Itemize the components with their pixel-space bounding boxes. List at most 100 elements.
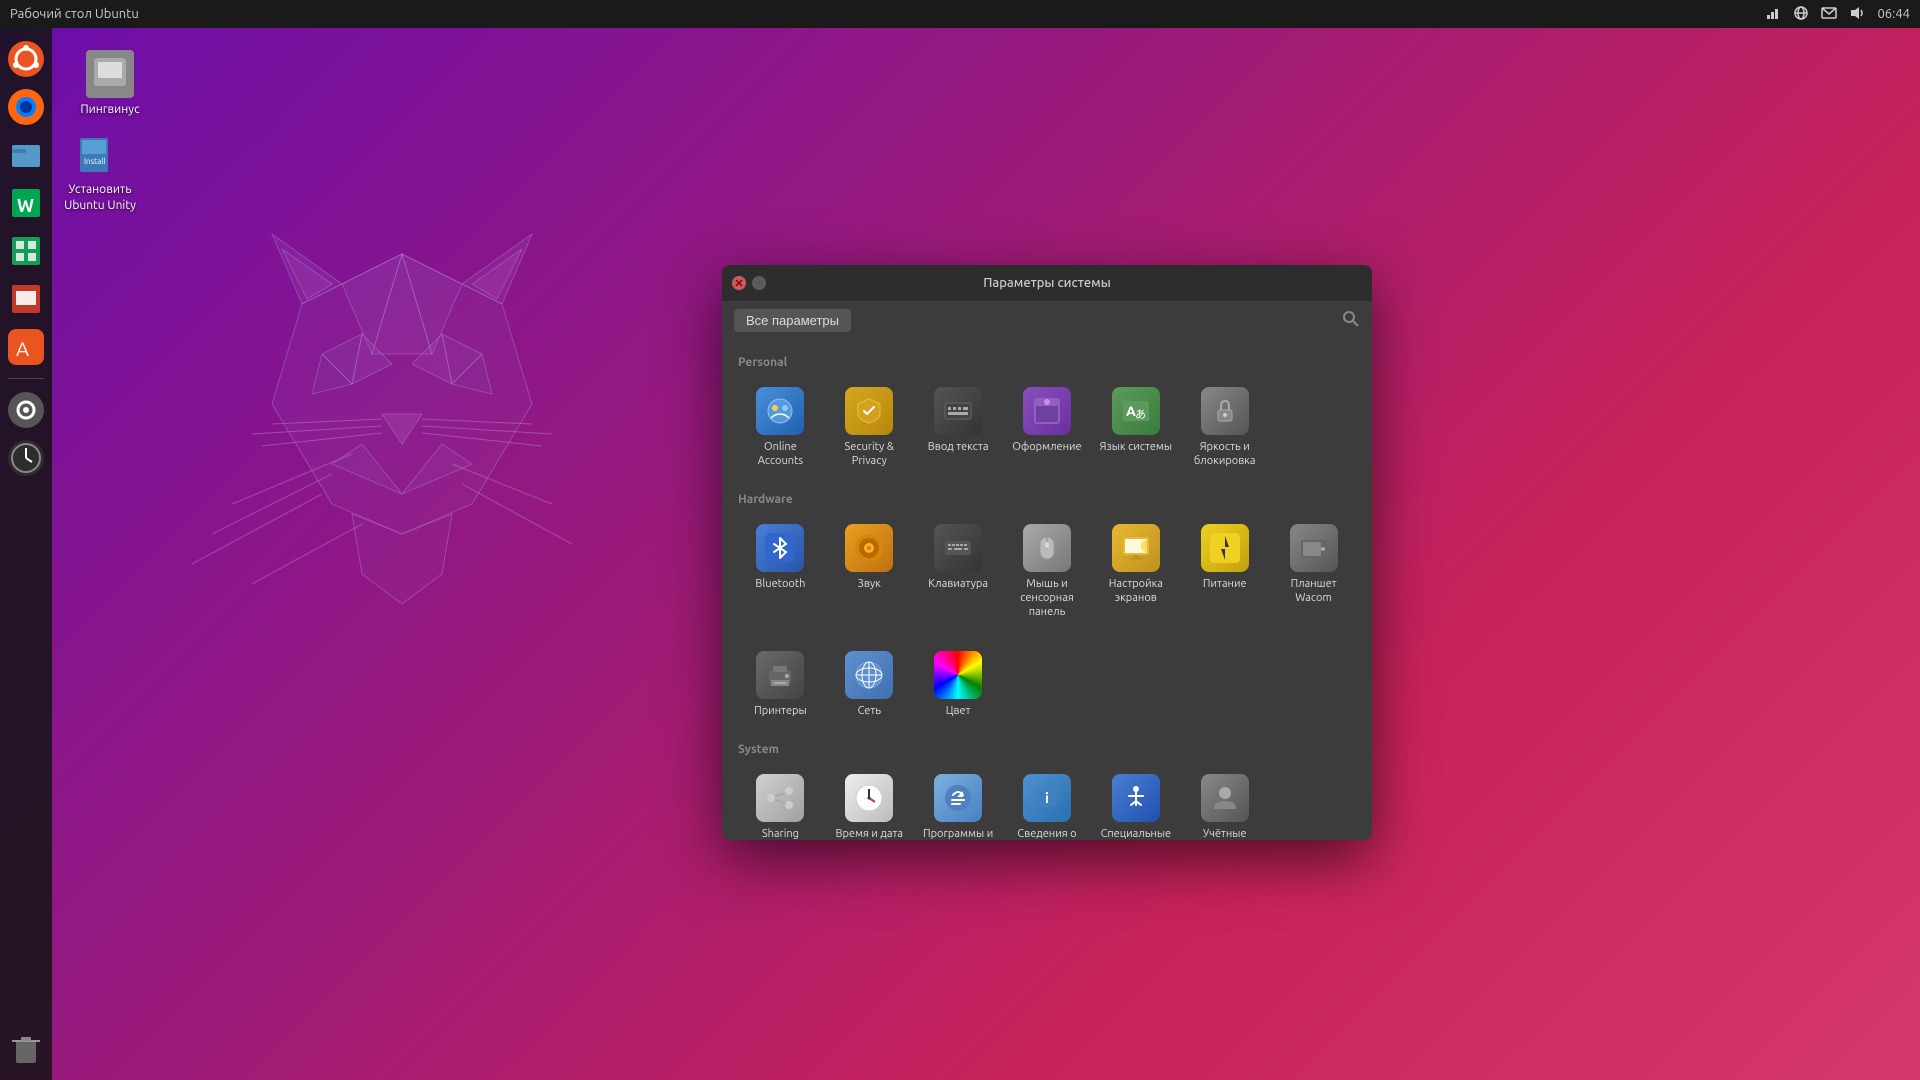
system-grid: Sharing Время и дата Программы и обновле…	[738, 766, 1356, 840]
dock-item-settings[interactable]	[5, 389, 47, 431]
datetime-icon	[845, 774, 893, 822]
window-toolbar: Все параметры	[722, 301, 1372, 340]
updates-label: Программы и обновления	[920, 827, 997, 840]
settings-item-bluetooth[interactable]: Bluetooth	[738, 516, 823, 628]
bluetooth-label: Bluetooth	[755, 577, 805, 591]
displays-label: Настройка экранов	[1097, 577, 1174, 606]
text-input-label: Ввод текста	[928, 440, 989, 454]
window-title: Параметры системы	[983, 276, 1111, 290]
online-accounts-icon	[756, 387, 804, 435]
settings-item-appearance[interactable]: Оформление	[1005, 379, 1090, 477]
color-icon	[934, 651, 982, 699]
dock-item-firefox[interactable]	[5, 86, 47, 128]
accessibility-icon	[1112, 774, 1160, 822]
settings-item-wacom[interactable]: Планшет Wacom	[1271, 516, 1356, 628]
hardware-grid-2: Принтеры Сеть Цвет	[738, 643, 1356, 726]
settings-item-sound[interactable]: Звук	[827, 516, 912, 628]
settings-item-text-input[interactable]: Ввод текста	[916, 379, 1001, 477]
color-label: Цвет	[946, 704, 971, 718]
settings-item-accounts[interactable]: Учётные записи	[1182, 766, 1267, 840]
updates-icon	[934, 774, 982, 822]
settings-item-brightness[interactable]: Яркость и блокировка	[1182, 379, 1267, 477]
all-settings-button[interactable]: Все параметры	[734, 309, 851, 332]
network-status-icon	[1765, 5, 1781, 24]
topbar-title: Рабочий стол Ubuntu	[10, 7, 139, 21]
settings-item-accessibility[interactable]: Специальные возможности	[1093, 766, 1178, 840]
sound-label: Звук	[858, 577, 881, 591]
dock-item-calc[interactable]	[5, 230, 47, 272]
mouse-label: Мышь и сенсорная панель	[1009, 577, 1086, 620]
power-icon	[1201, 524, 1249, 572]
sound-icon	[845, 524, 893, 572]
printers-icon	[756, 651, 804, 699]
online-accounts-label: Online Accounts	[742, 440, 819, 469]
language-icon: Aあ	[1112, 387, 1160, 435]
settings-item-printers[interactable]: Принтеры	[738, 643, 823, 726]
wacom-label: Планшет Wacom	[1275, 577, 1352, 606]
settings-item-power[interactable]: Питание	[1182, 516, 1267, 628]
topbar-right: 06:44	[1765, 5, 1910, 24]
appearance-label: Оформление	[1012, 440, 1081, 454]
security-label: Security & Privacy	[831, 440, 908, 469]
lock-icon	[1201, 387, 1249, 435]
settings-item-datetime[interactable]: Время и дата	[827, 766, 912, 840]
settings-item-security[interactable]: Security & Privacy	[827, 379, 912, 477]
sysinfo-label: Сведения о системе	[1009, 827, 1086, 840]
svg-text:Install: Install	[84, 157, 106, 166]
dock-item-impress[interactable]	[5, 278, 47, 320]
svg-text:W: W	[17, 196, 34, 216]
window-controls	[732, 276, 766, 290]
bluetooth-icon	[756, 524, 804, 572]
settings-item-color[interactable]: Цвет	[916, 643, 1001, 726]
desktop-icon-install-label: УстановитьUbuntu Unity	[64, 182, 136, 213]
dock-item-files[interactable]	[5, 134, 47, 176]
dock-item-clock[interactable]	[5, 437, 47, 479]
accessibility-label: Специальные возможности	[1097, 827, 1174, 840]
settings-item-online-accounts[interactable]: Online Accounts	[738, 379, 823, 477]
mail-icon	[1821, 5, 1837, 24]
keyboard-label: Клавиатура	[928, 577, 988, 591]
window-minimize-button[interactable]	[752, 276, 766, 290]
dock-separator	[8, 378, 44, 379]
dock-item-appstore[interactable]: A	[5, 326, 47, 368]
settings-item-keyboard[interactable]: Клавиатура	[916, 516, 1001, 628]
desktop-icon-pingvinus-label: Пингвинус	[80, 102, 139, 118]
dock-item-ubuntu[interactable]	[5, 38, 47, 80]
window-close-button[interactable]	[732, 276, 746, 290]
mouse-icon	[1023, 524, 1071, 572]
svg-text:あ: あ	[1135, 408, 1146, 421]
clock-display: 06:44	[1877, 7, 1910, 21]
section-system-title: System	[738, 743, 1356, 756]
language-label: Язык системы	[1100, 440, 1173, 454]
dock-item-writer[interactable]: W	[5, 182, 47, 224]
settings-item-sysinfo[interactable]: i Сведения о системе	[1005, 766, 1090, 840]
appearance-icon	[1023, 387, 1071, 435]
security-icon	[845, 387, 893, 435]
section-hardware-title: Hardware	[738, 493, 1356, 506]
settings-item-updates[interactable]: Программы и обновления	[916, 766, 1001, 840]
settings-item-mouse[interactable]: Мышь и сенсорная панель	[1005, 516, 1090, 628]
hardware-grid: Bluetooth Звук Клавиатура	[738, 516, 1356, 628]
settings-item-network[interactable]: Сеть	[827, 643, 912, 726]
dock: W A	[0, 28, 52, 1080]
dock-item-trash[interactable]	[5, 1028, 47, 1070]
topbar: Рабочий стол Ubuntu 06:44	[0, 0, 1920, 28]
accounts-label: Учётные записи	[1186, 827, 1263, 840]
brightness-label: Яркость и блокировка	[1186, 440, 1263, 469]
svg-text:i: i	[1045, 790, 1049, 806]
sharing-label: Sharing	[762, 827, 799, 840]
settings-item-displays[interactable]: Настройка экранов	[1093, 516, 1178, 628]
settings-item-sharing[interactable]: Sharing	[738, 766, 823, 840]
network-icon	[845, 651, 893, 699]
settings-item-language[interactable]: Aあ Язык системы	[1093, 379, 1178, 477]
displays-icon	[1112, 524, 1160, 572]
desktop-icon-install[interactable]: Install УстановитьUbuntu Unity	[60, 130, 140, 213]
desktop-icon-pingvinus[interactable]: Пингвинус	[70, 50, 150, 118]
search-icon-wrap	[1342, 310, 1360, 332]
wacom-icon	[1290, 524, 1338, 572]
sharing-icon	[756, 774, 804, 822]
svg-text:A: A	[16, 337, 29, 360]
settings-window: Параметры системы Все параметры Personal…	[722, 265, 1372, 840]
datetime-label: Время и дата	[835, 827, 903, 840]
text-input-icon	[934, 387, 982, 435]
